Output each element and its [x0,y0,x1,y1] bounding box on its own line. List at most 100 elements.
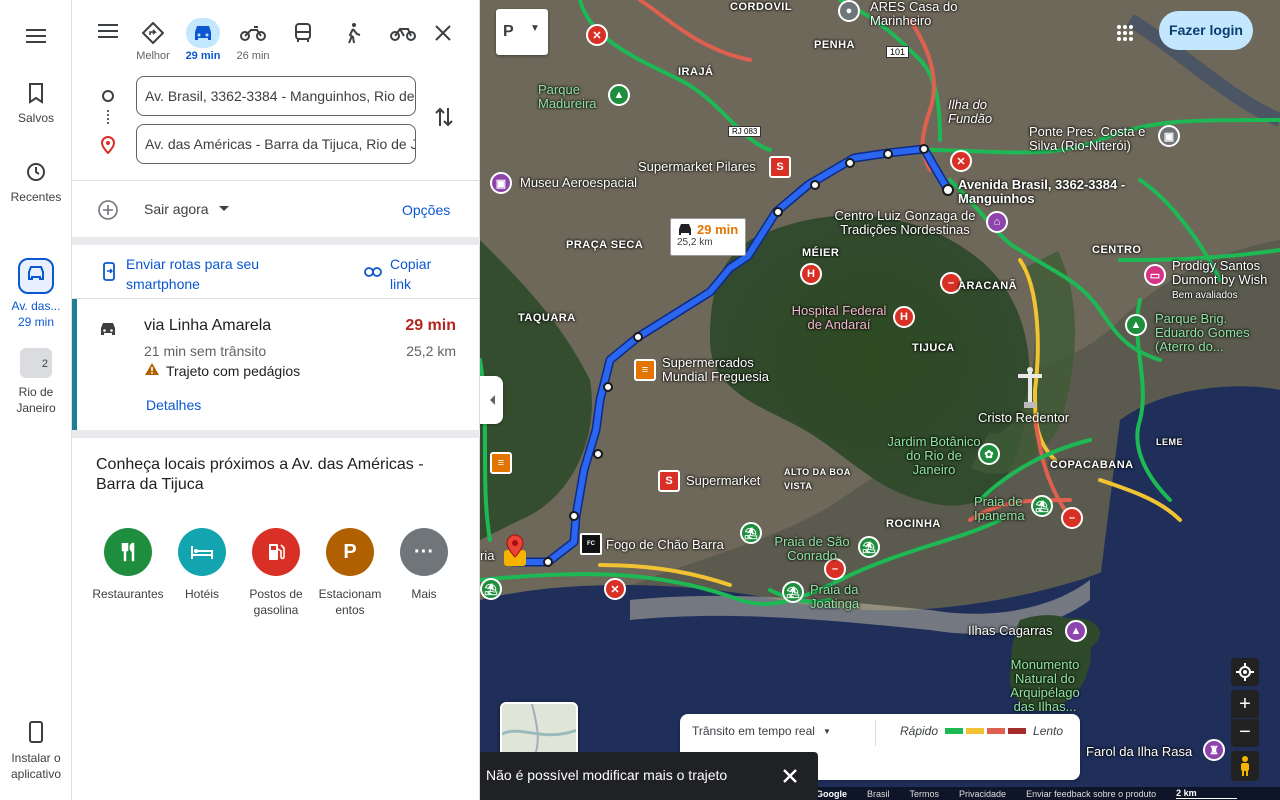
mode-car-label: 29 min [185,50,221,62]
map-label: PENHA [814,39,856,51]
copy-link-button[interactable]: Copiar link [390,254,450,294]
motorcycle-icon [240,26,266,41]
bridge-marker-icon[interactable]: ▣ [1158,125,1180,147]
route-time-bubble[interactable]: 29 min 25,2 km [670,218,746,256]
bus-icon [295,23,311,42]
login-button[interactable]: Fazer login [1159,11,1253,50]
rail-place-item[interactable]: 2 Rio de Janeiro [0,348,72,416]
map-label: Bem avaliados [1172,290,1238,301]
beach-marker-icon[interactable]: ⛱ [480,578,502,600]
marker-icon[interactable]: ● [838,0,860,22]
toast-close-button[interactable] [782,768,798,787]
restaurant-marker-icon[interactable]: ✕ [604,578,626,600]
category-restaurants[interactable]: Restaurantes [91,528,165,602]
legend-swatch-slow [987,728,1006,734]
beach-marker-icon[interactable]: ⛱ [782,581,804,603]
legend-swatch-slowest [1008,728,1027,734]
footer-country[interactable]: Brasil [867,789,890,799]
destination-input[interactable]: Av. das Américas - Barra da Tijuca, Rio … [136,124,416,164]
details-button[interactable]: Detalhes [146,397,201,413]
pegman-icon [1241,756,1249,776]
send-to-phone-icon [102,262,116,287]
map-label: Farol da Ilha Rasa [1086,744,1193,759]
zoom-in-button[interactable]: + [1231,690,1259,718]
museum-marker-icon[interactable]: ▣ [490,172,512,194]
route-line [509,144,954,567]
map-layers-button[interactable]: P ▼ [496,9,548,55]
footer-privacy[interactable]: Privacidade [959,789,1006,799]
destination-pin-icon [100,135,116,159]
restaurant-logo-icon[interactable]: FC [580,533,602,555]
landmark-marker-icon[interactable]: ▲ [1065,620,1087,642]
footer-feedback[interactable]: Enviar feedback sobre o produto [1026,789,1156,799]
beach-marker-icon[interactable]: ⛱ [858,536,880,558]
apps-button[interactable] [1116,24,1134,47]
footer-google: Google [816,788,847,799]
pegman-button[interactable] [1231,751,1259,781]
category-hotels[interactable]: Hotéis [165,528,239,602]
restaurant-marker-icon[interactable]: ✕ [950,150,972,172]
swap-button[interactable] [434,106,454,133]
depart-now-dropdown[interactable]: Sair agora [144,201,231,217]
supermarket-marker-icon[interactable]: S [769,156,791,178]
hospital-marker-icon[interactable]: H [800,263,822,285]
map-label: Centro Luiz Gonzaga de Tradições Nordest… [834,208,976,237]
map-canvas[interactable]: P ▼ Fazer login 29 min 25,2 km ✕ ● ▲ ▣ S… [480,0,1280,800]
my-location-button[interactable] [1231,658,1259,686]
map-label: Praia de São Conrado [774,534,850,563]
mode-car[interactable]: 29 min [183,18,223,62]
map-label: ria [480,548,495,563]
mode-walk[interactable] [333,18,373,50]
hospital-marker-icon[interactable]: H [893,306,915,328]
map-footer: Google Brasil Termos Privacidade Enviar … [810,787,1280,800]
send-to-phone-link[interactable]: Enviar rotas para seu smartphone [126,254,306,294]
cristo-statue-icon[interactable] [1016,366,1044,413]
toast: Não é possível modificar mais o trajeto [480,752,818,800]
traffic-dropdown[interactable]: Trânsito em tempo real ▼ [692,724,831,738]
category-parking[interactable]: P Estacionamentos [313,528,387,618]
mode-moto-label: 26 min [236,50,270,62]
mode-bike[interactable] [383,18,423,50]
options-button[interactable]: Opções [402,202,450,218]
recent-button[interactable]: Recentes [0,161,72,205]
map-label: Praia da Joatinga [810,582,860,611]
park-marker-icon[interactable]: ▲ [608,84,630,106]
route-card[interactable]: via Linha Amarela 29 min 21 min sem trân… [72,298,480,431]
restaurant-icon [104,528,152,576]
mode-motorcycle[interactable]: 26 min [233,18,273,62]
add-stop-button[interactable] [98,200,118,225]
restaurant-marker-icon[interactable]: ✕ [586,24,608,46]
lighthouse-marker-icon[interactable]: ♜ [1203,739,1225,761]
category-gas[interactable]: Postos de gasolina [239,528,313,618]
mode-transit[interactable] [283,18,323,50]
install-app-button[interactable]: Instalar o aplicativo [0,720,72,782]
rail-route-item[interactable]: Av. das... 29 min [0,258,72,330]
map-label: Parque Madureira [538,82,597,111]
park-marker-icon[interactable]: ▲ [1125,314,1147,336]
route-time: 29 min [405,317,456,334]
origin-input[interactable]: Av. Brasil, 3362-3384 - Manguinhos, Rio … [136,76,416,116]
hotel-marker-icon[interactable]: ▭ [1144,264,1166,286]
supermarket-marker-icon[interactable]: S [658,470,680,492]
culture-marker-icon[interactable]: ⌂ [986,211,1008,233]
rail-route-time: 29 min [17,315,55,329]
car-icon [18,258,54,294]
collapse-panel-button[interactable] [480,376,503,424]
footer-terms[interactable]: Termos [910,789,940,799]
menu-button[interactable] [0,26,72,52]
panel-menu-button[interactable] [98,22,118,45]
beach-marker-icon[interactable]: ⛱ [740,522,762,544]
zoom-out-button[interactable]: − [1231,719,1259,747]
supermarket-marker-icon[interactable]: ≡ [490,452,512,474]
supermarket-marker-icon[interactable]: ≡ [634,359,656,381]
route-dots [107,110,109,124]
category-more[interactable]: ··· Mais [387,528,461,602]
map-label: Avenida Brasil, 3362-3384 - Manguinhos [958,177,1126,206]
saved-button[interactable]: Salvos [0,82,72,126]
closure-marker-icon[interactable]: – [1061,507,1083,529]
chevron-left-icon [489,395,495,405]
footer-scale[interactable]: 2 km [1176,788,1237,799]
beach-marker-icon[interactable]: ⛱ [1031,495,1053,517]
mode-best[interactable]: Melhor [133,18,173,62]
close-directions-button[interactable] [434,24,452,47]
